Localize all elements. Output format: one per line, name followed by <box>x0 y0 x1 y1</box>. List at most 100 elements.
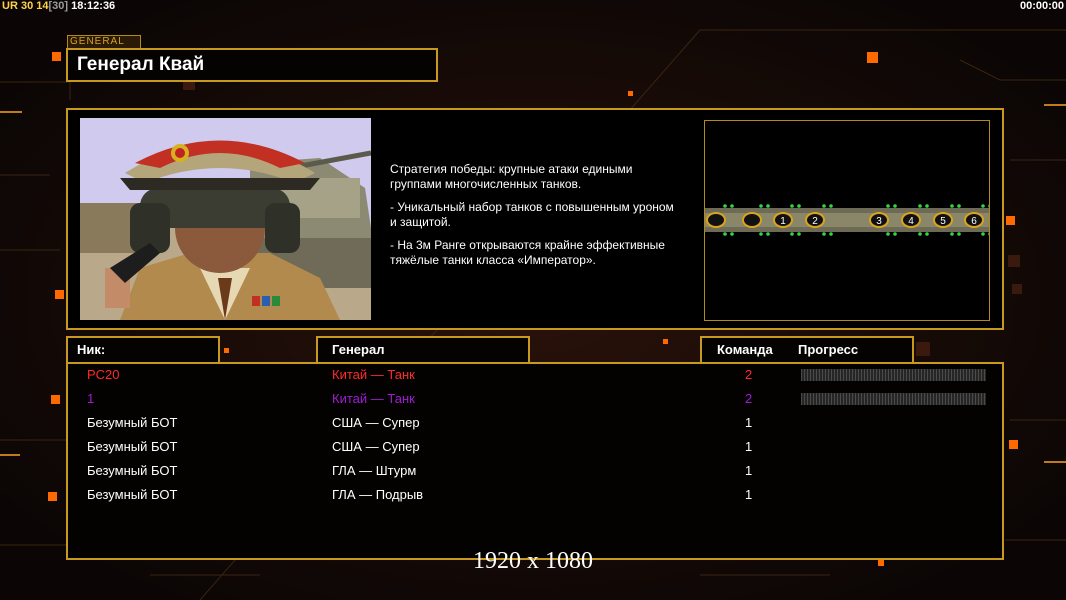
resource-dot <box>886 232 890 236</box>
player-nick: Безумный БОТ <box>87 415 178 430</box>
player-general: ГЛА — Подрыв <box>332 487 424 502</box>
table-row[interactable]: Безумный БОТ США — Супер 1 <box>68 412 1002 434</box>
start-slot: 4 <box>901 212 921 228</box>
ur-label: UR <box>2 0 18 12</box>
resource-dot <box>950 204 954 208</box>
start-slot-label: 2 <box>812 216 818 227</box>
resource-dot <box>829 232 833 236</box>
progress-bar <box>801 393 986 405</box>
player-roster: PC20 Китай — Танк 2 1 Китай — Танк 2 Безумный … <box>66 362 1004 560</box>
resource-dot <box>759 232 763 236</box>
resource-dot <box>918 204 922 208</box>
resource-dot <box>981 204 985 208</box>
player-team: 2 <box>745 367 753 382</box>
player-nick: PC20 <box>87 367 120 382</box>
value-a: 30 <box>20 0 34 12</box>
resource-dot <box>988 204 992 208</box>
resource-dot <box>950 232 954 236</box>
resource-dot <box>822 232 826 236</box>
player-team: 2 <box>745 391 753 406</box>
status-readout: UR 30 14[30] 18:12:36 <box>2 0 115 12</box>
player-team: 1 <box>745 415 753 430</box>
map-preview-graphic: 1 2 3 4 5 6 <box>705 204 992 236</box>
resource-dot <box>730 204 734 208</box>
resource-dot <box>925 232 929 236</box>
player-general: США — Супер <box>332 439 420 454</box>
general-tag: GENERAL <box>67 35 141 49</box>
resource-dot <box>957 232 961 236</box>
start-slot: 3 <box>869 212 889 228</box>
resource-dot <box>730 232 734 236</box>
table-row[interactable]: Безумный БОТ ГЛА — Штурм 1 <box>68 460 1002 482</box>
player-nick: 1 <box>87 391 95 406</box>
start-slot: 1 <box>773 212 793 228</box>
start-slot-label: 1 <box>780 216 786 227</box>
resource-dot <box>822 204 826 208</box>
strategy-description: Стратегия победы: крупные атаки едиными … <box>390 162 710 276</box>
portrait-image <box>80 118 371 320</box>
description-line: Стратегия победы: крупные атаки едиными … <box>390 162 633 191</box>
resource-dot <box>918 232 922 236</box>
player-general: ГЛА — Штурм <box>332 463 417 478</box>
resource-dot <box>925 204 929 208</box>
description-line: - Уникальный набор танков с повышенным у… <box>390 200 674 229</box>
clock: 18:12:36 <box>71 0 116 12</box>
player-general: США — Супер <box>332 415 420 430</box>
resource-dot <box>723 204 727 208</box>
header-team-progress: Команда Прогресс <box>700 336 914 364</box>
header-nick-label: Ник: <box>77 342 106 357</box>
start-slot: 6 <box>964 212 984 228</box>
table-row[interactable]: Безумный БОТ ГЛА — Подрыв 1 <box>68 484 1002 506</box>
player-nick: Безумный БОТ <box>87 487 178 502</box>
resource-dot <box>766 204 770 208</box>
start-slot-label: 4 <box>908 216 914 227</box>
player-team: 1 <box>745 463 753 478</box>
start-slot-label: 3 <box>876 216 882 227</box>
start-slot-label: 6 <box>971 216 977 227</box>
start-slot <box>742 212 762 228</box>
progress-bar <box>801 369 986 381</box>
resource-dot <box>957 204 961 208</box>
resolution-label: 1920 x 1080 <box>473 548 593 574</box>
general-portrait <box>80 118 371 320</box>
header-nick: Ник: <box>66 336 220 364</box>
player-team: 1 <box>745 439 753 454</box>
value-c: [30] <box>48 0 69 12</box>
header-team-label: Команда <box>717 342 773 357</box>
resource-dot <box>893 204 897 208</box>
resource-dot <box>988 232 992 236</box>
resource-dot <box>797 204 801 208</box>
resource-dot <box>723 232 727 236</box>
resource-dot <box>790 204 794 208</box>
resource-dot <box>893 232 897 236</box>
player-team: 1 <box>745 487 753 502</box>
general-title-box: Генерал Квай <box>66 48 438 82</box>
map-preview[interactable]: 1 2 3 4 5 6 <box>704 120 992 321</box>
table-row[interactable]: Безумный БОТ США — Супер 1 <box>68 436 1002 458</box>
table-row[interactable]: 1 Китай — Танк 2 <box>68 388 1002 410</box>
value-b: 14 <box>36 0 49 12</box>
header-general: Генерал <box>316 336 530 364</box>
resource-dot <box>790 232 794 236</box>
resource-dot <box>797 232 801 236</box>
match-timer: 00:00:00 <box>1019 0 1064 12</box>
header-progress-label: Прогресс <box>798 342 859 357</box>
start-slot <box>706 212 726 228</box>
resource-dot <box>759 204 763 208</box>
table-row[interactable]: PC20 Китай — Танк 2 <box>68 364 1002 386</box>
general-name: Генерал Квай <box>77 54 205 75</box>
description-line: - На 3м Ранге открываются крайне эффекти… <box>390 238 665 267</box>
status-bar: UR 30 14[30] 18:12:36 00:00:00 <box>0 0 1066 14</box>
player-general: Китай — Танк <box>332 391 415 406</box>
start-slot: 5 <box>933 212 953 228</box>
header-general-label: Генерал <box>332 342 385 357</box>
start-slot: 2 <box>805 212 825 228</box>
general-info-panel: Стратегия победы: крупные атаки едиными … <box>66 108 1004 330</box>
resource-dot <box>981 232 985 236</box>
start-slot-label: 5 <box>940 216 946 227</box>
resource-dot <box>886 204 890 208</box>
player-nick: Безумный БОТ <box>87 463 178 478</box>
player-nick: Безумный БОТ <box>87 439 178 454</box>
resource-dot <box>829 204 833 208</box>
resource-dot <box>766 232 770 236</box>
